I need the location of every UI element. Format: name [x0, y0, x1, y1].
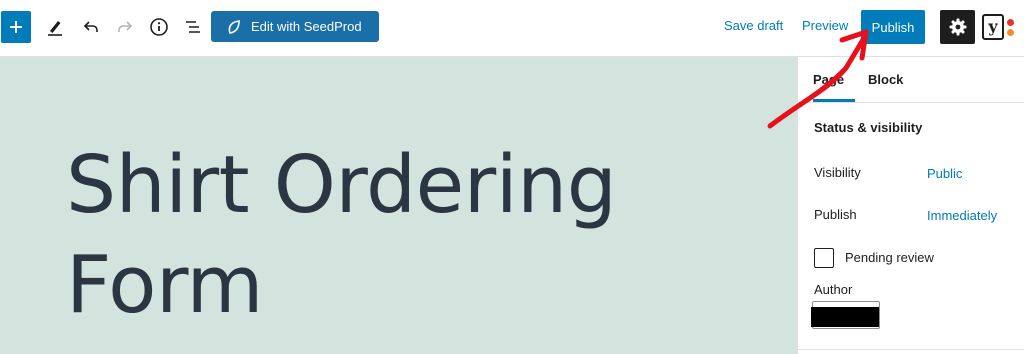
redo-button[interactable] [112, 14, 138, 40]
publish-button[interactable]: Publish [861, 10, 925, 44]
tools-button[interactable] [42, 14, 68, 40]
gear-icon [949, 18, 966, 36]
yoast-seo-button[interactable]: y [982, 12, 1020, 42]
tab-page[interactable]: Page [813, 72, 844, 87]
seedprod-label: Edit with SeedProd [251, 19, 362, 34]
info-icon [150, 18, 168, 36]
publish-date-value[interactable]: Immediately [927, 208, 997, 223]
yoast-traffic-dots [1007, 18, 1014, 36]
status-visibility-heading[interactable]: Status & visibility [814, 120, 922, 135]
add-block-button[interactable] [1, 11, 31, 43]
sidebar-divider [798, 349, 1024, 350]
pending-review-checkbox[interactable] [814, 248, 834, 268]
redacted-author-value [811, 307, 879, 327]
preview-button[interactable]: Preview [802, 18, 848, 33]
visibility-value[interactable]: Public [927, 166, 962, 181]
author-label: Author [814, 282, 853, 297]
tab-block[interactable]: Block [868, 72, 903, 87]
list-view-icon [186, 21, 200, 33]
active-tab-indicator [813, 99, 855, 102]
sidebar-tabs: Page Block [798, 57, 1024, 103]
edit-with-seedprod-button[interactable]: Edit with SeedProd [211, 11, 379, 42]
settings-button[interactable] [940, 10, 975, 44]
list-view-button[interactable] [180, 14, 206, 40]
undo-button[interactable] [78, 14, 104, 40]
publish-label: Publish [814, 207, 857, 222]
plus-icon [10, 21, 22, 33]
pen-icon [48, 21, 62, 36]
visibility-label: Visibility [814, 165, 861, 180]
yoast-icon: y [982, 14, 1004, 40]
pending-review-label[interactable]: Pending review [845, 250, 934, 265]
post-title[interactable]: Shirt Ordering Form [66, 135, 706, 335]
save-draft-button[interactable]: Save draft [724, 18, 783, 33]
editor-toolbar: Edit with SeedProd Save draft Preview Pu… [0, 0, 1024, 57]
details-button[interactable] [146, 14, 172, 40]
seedprod-leaf-icon [227, 19, 241, 35]
redo-icon [118, 21, 133, 32]
editor-canvas: Shirt Ordering Form [0, 57, 797, 354]
settings-sidebar: Page Block Status & visibility Visibilit… [797, 57, 1024, 354]
undo-icon [83, 21, 98, 32]
